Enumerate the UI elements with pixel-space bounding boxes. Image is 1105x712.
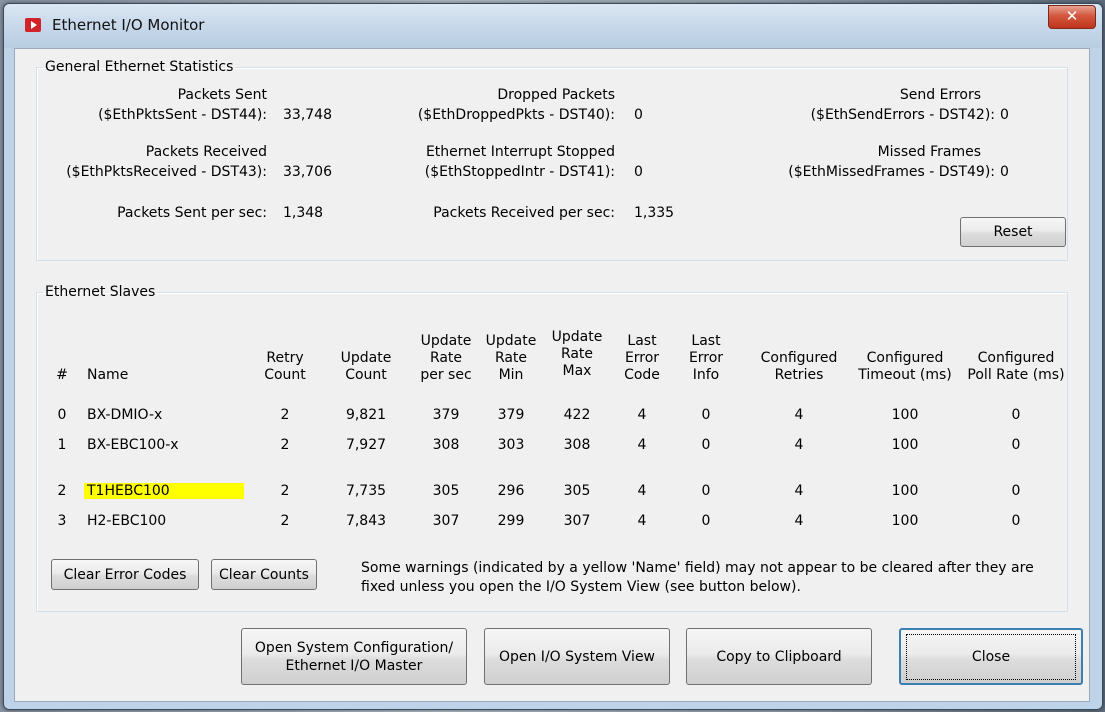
dialog-body: General Ethernet Statistics Packets Sent… (14, 48, 1090, 702)
cell-retries: 4 (794, 437, 804, 453)
window-title: Ethernet I/O Monitor (52, 16, 205, 34)
warning-note: Some warnings (indicated by a yellow 'Na… (361, 560, 1034, 595)
cell-min: 379 (497, 407, 525, 423)
title-bar[interactable]: Ethernet I/O Monitor ✕ (4, 4, 1102, 48)
clear-counts-button[interactable]: Clear Counts (211, 559, 317, 590)
col-header-update-count: Update Count (340, 350, 392, 383)
col-header-rate-max: Update Rate Max (551, 329, 603, 379)
cell-retry: 2 (280, 483, 290, 499)
cell-ecode: 4 (637, 407, 647, 423)
cell-timeout: 100 (891, 513, 919, 529)
col-header-last-error-info: Last Error Info (688, 333, 724, 383)
col-header-configured-retries: Configured Retries (760, 350, 838, 383)
cell-retry: 2 (280, 513, 290, 529)
interrupt-stopped-label: Ethernet Interrupt Stopped (425, 144, 615, 160)
missed-frames-label: Missed Frames (877, 144, 981, 160)
cell-ecode: 4 (637, 513, 647, 529)
cell-retry: 2 (280, 437, 290, 453)
cell-poll: 0 (1011, 513, 1021, 529)
cell-retries: 4 (794, 513, 804, 529)
general-stats-label: General Ethernet Statistics (45, 59, 234, 75)
cell-timeout: 100 (891, 437, 919, 453)
cell-rate: 307 (432, 513, 460, 529)
close-button[interactable]: Close (899, 628, 1083, 685)
cell-retry: 2 (280, 407, 290, 423)
reset-button[interactable]: Reset (960, 217, 1066, 247)
cell-ecode: 4 (637, 483, 647, 499)
col-header-retry-count: Retry Count (264, 350, 306, 383)
col-header-configured-poll-rate: Configured Poll Rate (ms) (967, 350, 1065, 383)
col-header-rate-per-sec: Update Rate per sec (420, 333, 472, 383)
cell-einfo: 0 (701, 437, 711, 453)
send-errors-label: Send Errors (899, 87, 981, 103)
cell-max: 308 (563, 437, 591, 453)
cell-einfo: 0 (701, 483, 711, 499)
send-errors-var: ($EthSendErrors - DST42): (810, 107, 995, 123)
row-number: 2 (57, 483, 67, 499)
cell-update: 7,843 (345, 513, 387, 529)
col-header-rate-min: Update Rate Min (485, 333, 537, 383)
close-icon: ✕ (1065, 7, 1079, 25)
interrupt-stopped-var: ($EthStoppedIntr - DST41): (424, 164, 615, 180)
open-io-system-view-button[interactable]: Open I/O System View (484, 628, 670, 685)
cell-update: 7,735 (345, 483, 387, 499)
cell-update: 7,927 (345, 437, 387, 453)
packets-sent-value: 33,748 (283, 107, 332, 123)
open-system-configuration-button[interactable]: Open System Configuration/Ethernet I/O M… (241, 628, 467, 685)
dropped-packets-value: 0 (634, 107, 643, 123)
packets-received-value: 33,706 (283, 164, 332, 180)
cell-rate: 305 (432, 483, 460, 499)
slave-name: H2-EBC100 (87, 513, 167, 529)
sent-per-sec-value: 1,348 (283, 205, 324, 221)
cell-poll: 0 (1011, 483, 1021, 499)
row-number: 0 (57, 407, 67, 423)
received-per-sec-label: Packets Received per sec: (433, 205, 615, 221)
cell-poll: 0 (1011, 437, 1021, 453)
cell-update: 9,821 (345, 407, 387, 423)
sent-per-sec-label: Packets Sent per sec: (117, 205, 267, 221)
col-header-num: # (56, 367, 68, 383)
dropped-packets-var: ($EthDroppedPkts - DST40): (417, 107, 615, 123)
cell-rate: 308 (432, 437, 460, 453)
col-header-configured-timeout: Configured Timeout (ms) (858, 350, 952, 383)
dropped-packets-label: Dropped Packets (497, 87, 615, 103)
ethernet-slaves-label: Ethernet Slaves (45, 284, 156, 300)
cell-max: 422 (563, 407, 591, 423)
cell-min: 296 (497, 483, 525, 499)
received-per-sec-value: 1,335 (634, 205, 675, 221)
col-header-name: Name (87, 367, 129, 383)
missed-frames-var: ($EthMissedFrames - DST49): (788, 164, 995, 180)
copy-to-clipboard-button[interactable]: Copy to Clipboard (686, 628, 872, 685)
slave-name: BX-EBC100-x (87, 437, 179, 453)
cell-poll: 0 (1011, 407, 1021, 423)
cell-timeout: 100 (891, 407, 919, 423)
col-header-last-error-code: Last Error Code (624, 333, 660, 383)
cell-timeout: 100 (891, 483, 919, 499)
ethernet-io-monitor-window: Ethernet I/O Monitor ✕ General Ethernet … (3, 3, 1103, 710)
app-icon (25, 18, 41, 32)
cell-retries: 4 (794, 407, 804, 423)
slave-name-warning: T1HEBC100 (84, 483, 244, 499)
missed-frames-value: 0 (1000, 164, 1009, 180)
clear-error-codes-button[interactable]: Clear Error Codes (51, 559, 199, 590)
cell-min: 303 (497, 437, 525, 453)
packets-sent-label: Packets Sent (177, 87, 267, 103)
cell-einfo: 0 (701, 407, 711, 423)
window-close-button[interactable]: ✕ (1048, 5, 1096, 29)
row-number: 1 (57, 437, 67, 453)
cell-max: 307 (563, 513, 591, 529)
cell-retries: 4 (794, 483, 804, 499)
interrupt-stopped-value: 0 (634, 164, 643, 180)
row-number: 3 (57, 513, 67, 529)
packets-received-var: ($EthPktsReceived - DST43): (66, 164, 267, 180)
cell-max: 305 (563, 483, 591, 499)
send-errors-value: 0 (1000, 107, 1009, 123)
packets-sent-var: ($EthPktsSent - DST44): (98, 107, 267, 123)
slave-name: BX-DMIO-x (87, 407, 163, 423)
packets-received-label: Packets Received (145, 144, 267, 160)
cell-rate: 379 (432, 407, 460, 423)
cell-min: 299 (497, 513, 525, 529)
cell-ecode: 4 (637, 437, 647, 453)
cell-einfo: 0 (701, 513, 711, 529)
